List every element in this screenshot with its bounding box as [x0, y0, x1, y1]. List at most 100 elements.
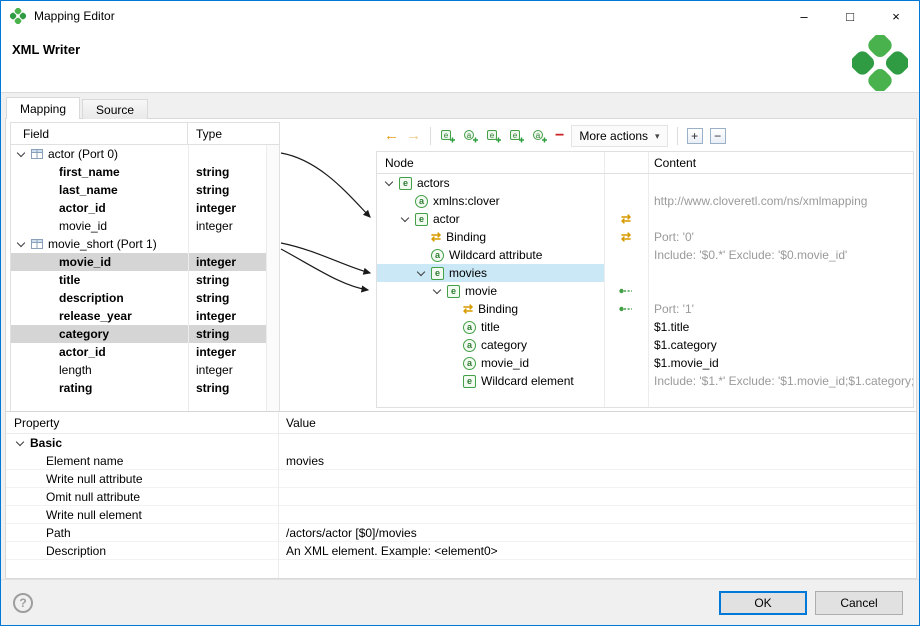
binding-row[interactable]: ⇄Binding Port: '1' — [377, 300, 913, 318]
element-icon: e — [399, 177, 412, 190]
content-cell: $1.category — [648, 338, 913, 352]
maximize-button[interactable]: □ — [827, 1, 873, 31]
dropdown-caret-icon: ▾ — [655, 131, 660, 142]
node-row[interactable]: eWildcard element Include: '$1.*' Exclud… — [377, 372, 913, 390]
binding-icon: ⇄ — [463, 303, 473, 315]
properties-header: Property Value — [6, 412, 916, 434]
property-name: Write null attribute — [6, 472, 278, 486]
field-row-selected[interactable]: movie_id integer — [11, 253, 266, 271]
property-row[interactable]: Write null attribute — [6, 470, 916, 488]
node-row[interactable]: aWildcard attribute Include: '$0.*' Excl… — [377, 246, 913, 264]
type-label: integer — [188, 255, 266, 269]
source-fields-table: Field Type actor (Port 0) first_name str… — [10, 122, 280, 412]
expander-icon[interactable] — [433, 285, 441, 293]
field-row[interactable]: description string — [11, 289, 266, 307]
scrollbar-track[interactable] — [266, 145, 279, 411]
column-header-content: Content — [654, 156, 696, 170]
property-row[interactable]: Write null element — [6, 506, 916, 524]
xml-mapping-tree: Node Content eactors axmlns:clover http:… — [376, 151, 914, 408]
attribute-icon: a — [463, 357, 476, 370]
dialog-header: XML Writer — [1, 31, 919, 93]
field-label: first_name — [59, 165, 120, 179]
help-button[interactable]: ? — [13, 593, 33, 613]
tab-source[interactable]: Source — [82, 99, 148, 119]
node-row[interactable]: eactor ⇄ — [377, 210, 913, 228]
mapping-arrows — [280, 122, 376, 412]
collapse-all-icon[interactable]: − — [710, 128, 726, 144]
field-row[interactable]: length integer — [11, 361, 266, 379]
minimize-button[interactable]: – — [781, 1, 827, 31]
type-label: string — [188, 165, 266, 179]
expander-icon[interactable] — [17, 148, 25, 156]
field-row[interactable]: actor_id integer — [11, 343, 266, 361]
field-row[interactable]: release_year integer — [11, 307, 266, 325]
expander-icon[interactable] — [17, 238, 25, 246]
more-actions-button[interactable]: More actions ▾ — [571, 125, 667, 147]
field-row[interactable]: title string — [11, 271, 266, 289]
type-label: integer — [188, 309, 266, 323]
expand-all-icon[interactable]: + — [687, 128, 703, 144]
element-icon: e — [415, 213, 428, 226]
binding-gutter — [604, 354, 648, 372]
field-row[interactable]: actor_id integer — [11, 199, 266, 217]
node-row[interactable]: acategory $1.category — [377, 336, 913, 354]
node-label: Binding — [446, 230, 486, 244]
expander-icon[interactable] — [16, 437, 24, 445]
node-row[interactable]: atitle $1.title — [377, 318, 913, 336]
field-row[interactable]: last_name string — [11, 181, 266, 199]
property-name: Description — [6, 544, 278, 558]
window-title: Mapping Editor — [34, 9, 115, 23]
tab-mapping[interactable]: Mapping — [6, 97, 80, 119]
property-value[interactable]: movies — [278, 454, 916, 468]
add-child-attribute-icon[interactable]: a — [463, 128, 479, 144]
remove-icon[interactable]: − — [555, 129, 564, 143]
node-row[interactable]: eactors — [377, 174, 913, 192]
node-row[interactable]: amovie_id $1.movie_id — [377, 354, 913, 372]
field-row[interactable]: movie_id integer — [11, 217, 266, 235]
content-cell: $1.title — [648, 320, 913, 334]
field-row[interactable]: first_name string — [11, 163, 266, 181]
svg-text:e: e — [444, 131, 449, 140]
add-sibling-element-icon[interactable]: e — [486, 128, 502, 144]
cancel-button[interactable]: Cancel — [815, 591, 903, 615]
property-group-basic[interactable]: Basic — [6, 434, 916, 452]
add-wildcard-element-icon[interactable]: e — [509, 128, 525, 144]
property-row[interactable]: Description An XML element. Example: <el… — [6, 542, 916, 560]
expander-icon[interactable] — [385, 177, 393, 185]
column-divider — [648, 152, 649, 407]
node-row[interactable]: emovie — [377, 282, 913, 300]
content-cell: Include: '$0.*' Exclude: '$0.movie_id' — [648, 248, 913, 262]
close-button[interactable]: × — [873, 1, 919, 31]
svg-text:e: e — [490, 131, 495, 140]
port-row[interactable]: movie_short (Port 1) — [11, 235, 266, 253]
property-value[interactable]: An XML element. Example: <element0> — [278, 544, 916, 558]
column-header-type: Type — [188, 123, 279, 144]
field-label: actor_id — [59, 345, 106, 359]
add-child-element-icon[interactable]: e — [440, 128, 456, 144]
binding-row[interactable]: ⇄Binding ⇄ Port: '0' — [377, 228, 913, 246]
node-label: actors — [417, 176, 450, 190]
expander-icon[interactable] — [417, 267, 425, 275]
help-icon: ? — [19, 596, 26, 610]
port-row[interactable]: actor (Port 0) — [11, 145, 266, 163]
binding-gutter — [604, 246, 648, 264]
map-arrow-right-icon[interactable]: → — [406, 128, 421, 144]
column-divider — [188, 145, 189, 411]
property-value[interactable]: /actors/actor [$0]/movies — [278, 526, 916, 540]
node-row-selected[interactable]: emovies — [377, 264, 913, 282]
property-row[interactable]: Element name movies — [6, 452, 916, 470]
field-row[interactable]: rating string — [11, 379, 266, 397]
record-port-icon — [31, 238, 43, 250]
property-row[interactable]: Omit null attribute — [6, 488, 916, 506]
field-row-selected[interactable]: category string — [11, 325, 266, 343]
expander-icon[interactable] — [401, 213, 409, 221]
property-row[interactable]: Path /actors/actor [$0]/movies — [6, 524, 916, 542]
map-arrow-left-icon[interactable]: ← — [384, 128, 399, 144]
field-label: title — [59, 273, 80, 287]
toolbar-separator — [430, 127, 431, 145]
add-wildcard-attribute-icon[interactable]: a — [532, 128, 548, 144]
column-header-field: Field — [11, 123, 188, 144]
ok-button[interactable]: OK — [719, 591, 807, 615]
node-row[interactable]: axmlns:clover http://www.cloveretl.com/n… — [377, 192, 913, 210]
toolbar-separator — [677, 127, 678, 145]
